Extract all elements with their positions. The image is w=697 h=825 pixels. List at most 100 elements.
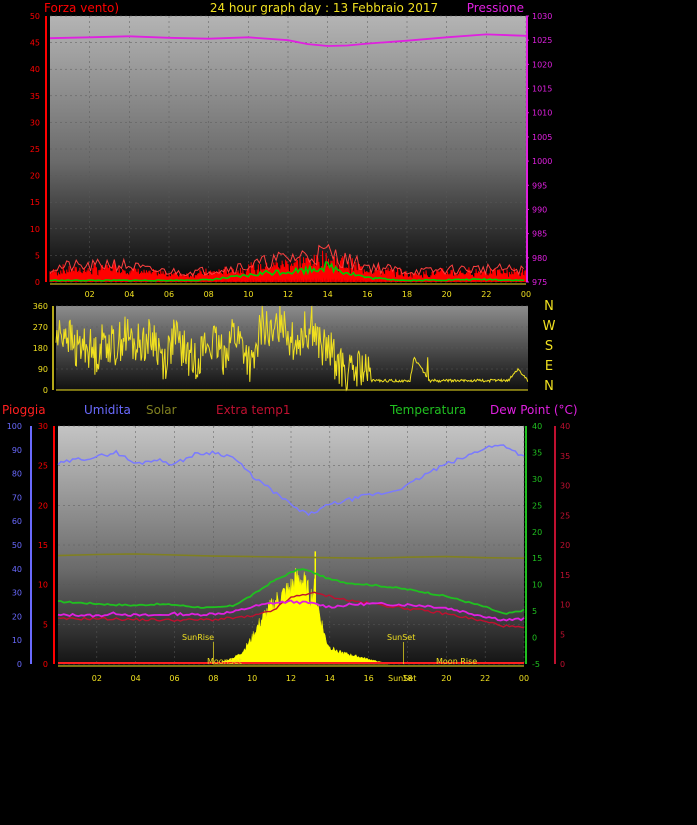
- direction-compass-label: E: [545, 359, 553, 374]
- annotation-moonrise: Moon Rise: [436, 657, 477, 666]
- pressure-tick-label: 1025: [532, 36, 552, 45]
- humidity-tick-label: 80: [12, 470, 22, 479]
- rain-tick-label: 5: [43, 620, 48, 629]
- direction-tick-label: 270: [33, 323, 48, 332]
- direction-compass-label: W: [543, 319, 556, 334]
- direction-tick-label: 0: [43, 386, 48, 395]
- rain-tick-label: 0: [43, 660, 48, 669]
- dewpoint-tick-label: 35: [560, 452, 570, 461]
- annotation-sunrise: SunRise: [182, 633, 214, 642]
- humidity-tick-label: 10: [12, 636, 22, 645]
- direction-compass-label: N: [544, 379, 554, 394]
- main-x-tick-label: 00: [519, 674, 529, 683]
- wind-tick-label: 40: [30, 65, 40, 74]
- direction-compass-label: N: [544, 299, 554, 314]
- rain-tick-label: 10: [38, 581, 48, 590]
- wind-x-tick-label: 04: [124, 290, 134, 299]
- pressure-tick-label: 975: [532, 278, 547, 287]
- humidity-tick-label: 70: [12, 493, 22, 502]
- wind-x-tick-label: 22: [481, 290, 491, 299]
- humidity-tick-label: 100: [7, 422, 22, 431]
- dewpoint-tick-label: 15: [560, 571, 570, 580]
- rain-tick-label: 25: [38, 462, 48, 471]
- dewpoint-tick-label: 10: [560, 601, 570, 610]
- wind-x-tick-label: 14: [323, 290, 333, 299]
- pressure-tick-label: 985: [532, 230, 547, 239]
- annotation-moonset: MoonSet: [207, 657, 242, 666]
- humidity-tick-label: 20: [12, 612, 22, 621]
- wind-x-tick-label: 08: [204, 290, 214, 299]
- wind-x-tick-label: 00: [521, 290, 531, 299]
- temperature-tick-label: 35: [532, 448, 542, 457]
- direction-tick-label: 90: [38, 365, 48, 374]
- pressure-axis-label: Pressione: [467, 1, 524, 15]
- temperature-tick-label: 0: [532, 634, 537, 643]
- pressure-tick-label: 990: [532, 205, 547, 214]
- legend-pioggia: Pioggia: [2, 403, 46, 417]
- wind-axis-label: Forza vento): [44, 1, 119, 15]
- wind-x-tick-label: 02: [85, 290, 95, 299]
- annotation-sunset-2: SunSet: [388, 674, 416, 683]
- temperature-tick-label: 5: [532, 607, 537, 616]
- wind-tick-label: 20: [30, 172, 40, 181]
- wind-tick-label: 45: [30, 39, 40, 48]
- legend-dewpoint: Dew Point (°C): [490, 403, 578, 417]
- legend-solar: Solar: [146, 403, 177, 417]
- main-x-tick-label: 22: [480, 674, 490, 683]
- dewpoint-tick-label: 30: [560, 482, 570, 491]
- humidity-tick-label: 40: [12, 565, 22, 574]
- main-x-tick-label: 06: [169, 674, 179, 683]
- dewpoint-tick-label: 40: [560, 422, 570, 431]
- legend-extra-temp: Extra temp1: [216, 403, 291, 417]
- rain-tick-label: 20: [38, 501, 48, 510]
- wind-x-tick-label: 12: [283, 290, 293, 299]
- wind-tick-label: 15: [30, 198, 40, 207]
- chart-title: 24 hour graph day : 13 Febbraio 2017: [210, 1, 438, 15]
- main-x-tick-label: 16: [364, 674, 374, 683]
- legend-temperatura: Temperatura: [389, 403, 466, 417]
- rain-tick-label: 30: [38, 422, 48, 431]
- main-x-tick-label: 14: [325, 674, 335, 683]
- direction-tick-label: 180: [33, 344, 48, 353]
- rain-tick-label: 15: [38, 541, 48, 550]
- main-x-tick-label: 08: [208, 674, 218, 683]
- humidity-tick-label: 0: [17, 660, 22, 669]
- direction-compass-label: S: [545, 339, 553, 354]
- temperature-tick-label: 25: [532, 501, 542, 510]
- wind-tick-label: 0: [35, 278, 40, 287]
- main-x-tick-label: 10: [247, 674, 257, 683]
- wind-tick-label: 35: [30, 92, 40, 101]
- dewpoint-tick-label: 25: [560, 511, 570, 520]
- temperature-tick-label: 15: [532, 554, 542, 563]
- main-x-tick-label: 20: [441, 674, 451, 683]
- dewpoint-tick-label: 5: [560, 630, 565, 639]
- direction-tick-label: 360: [33, 302, 48, 311]
- dewpoint-tick-label: 0: [560, 660, 565, 669]
- wind-tick-label: 5: [35, 251, 40, 260]
- pressure-tick-label: 1005: [532, 133, 552, 142]
- wind-tick-label: 50: [30, 12, 40, 21]
- main-x-tick-label: 04: [131, 674, 141, 683]
- wind-tick-label: 30: [30, 118, 40, 127]
- wind-tick-label: 10: [30, 225, 40, 234]
- pressure-tick-label: 1030: [532, 12, 552, 21]
- wind-x-tick-label: 06: [164, 290, 174, 299]
- wind-tick-label: 25: [30, 145, 40, 154]
- temperature-tick-label: 10: [532, 581, 542, 590]
- humidity-tick-label: 50: [12, 541, 22, 550]
- dewpoint-tick-label: 20: [560, 541, 570, 550]
- temperature-tick-label: -5: [532, 660, 540, 669]
- weather-chart: 0510152025303540455097598098599099510001…: [2, 1, 578, 683]
- pressure-tick-label: 1000: [532, 157, 552, 166]
- pressure-tick-label: 1015: [532, 85, 552, 94]
- pressure-tick-label: 1010: [532, 109, 552, 118]
- pressure-tick-label: 980: [532, 254, 547, 263]
- annotation-sunset: SunSet: [387, 633, 415, 642]
- wind-x-tick-label: 18: [402, 290, 412, 299]
- main-x-tick-label: 12: [286, 674, 296, 683]
- temperature-tick-label: 40: [532, 422, 542, 431]
- legend-umidita: Umidita: [84, 403, 131, 417]
- temperature-tick-label: 20: [532, 528, 542, 537]
- humidity-tick-label: 60: [12, 517, 22, 526]
- humidity-tick-label: 90: [12, 446, 22, 455]
